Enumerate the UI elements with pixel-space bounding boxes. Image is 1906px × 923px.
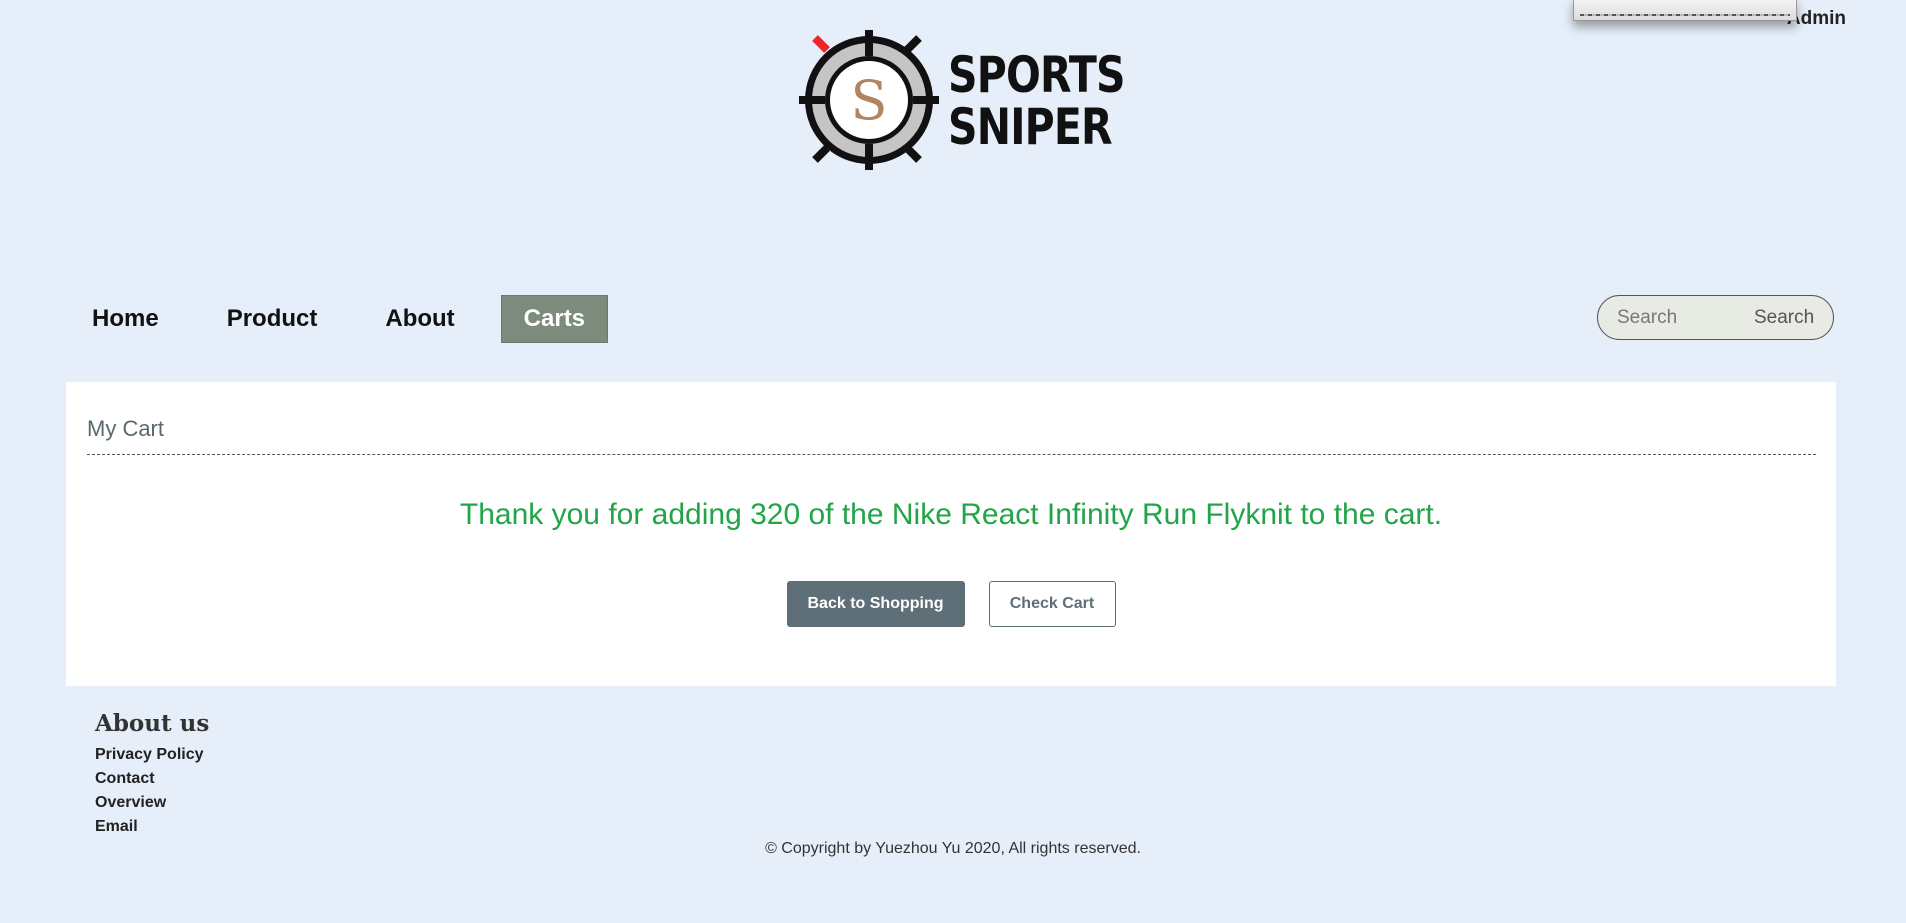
search-input[interactable] bbox=[1615, 305, 1749, 330]
user-avatar-thumbnail[interactable] bbox=[1572, 0, 1797, 21]
nav-item-product[interactable]: Product bbox=[205, 296, 340, 342]
check-cart-button[interactable]: Check Cart bbox=[988, 581, 1116, 627]
brand-logo[interactable]: S SPORTS SNIPER bbox=[797, 28, 1126, 173]
copyright-text: © Copyright by Yuezhou Yu 2020, All righ… bbox=[765, 840, 1141, 857]
brand-name-line1: SPORTS bbox=[948, 45, 1126, 104]
nav-item-home[interactable]: Home bbox=[70, 296, 181, 342]
footer-link-email[interactable]: Email bbox=[95, 815, 209, 839]
footer-link-overview[interactable]: Overview bbox=[95, 791, 209, 815]
footer-link-contact[interactable]: Contact bbox=[95, 767, 209, 791]
nav-item-about[interactable]: About bbox=[363, 296, 476, 342]
search-box: Search bbox=[1597, 295, 1834, 340]
brand-name-line2: SNIPER bbox=[948, 97, 1113, 156]
cart-panel: My Cart Thank you for adding 320 of the … bbox=[66, 382, 1836, 686]
cart-title: My Cart bbox=[87, 416, 164, 441]
back-to-shopping-button[interactable]: Back to Shopping bbox=[786, 581, 965, 627]
footer-heading: About us bbox=[95, 710, 210, 737]
search-button[interactable]: Search bbox=[1754, 307, 1814, 329]
logo-emblem-letter: S bbox=[851, 69, 888, 132]
brand-name: SPORTS SNIPER bbox=[948, 45, 1126, 156]
nav-item-carts[interactable]: Carts bbox=[500, 295, 609, 343]
footer-link-privacy-policy[interactable]: Privacy Policy bbox=[95, 743, 209, 767]
cart-success-message: Thank you for adding 320 of the Nike Rea… bbox=[459, 498, 1443, 531]
crosshair-logo-icon: S bbox=[799, 30, 939, 170]
footer-about-section: About us Privacy Policy Contact Overview… bbox=[95, 710, 209, 839]
user-area[interactable]: Admin bbox=[1572, 0, 1846, 30]
cart-divider bbox=[87, 454, 1816, 455]
cart-actions: Back to Shopping Check Cart bbox=[66, 581, 1836, 627]
main-nav: Home Product About Carts bbox=[70, 295, 632, 343]
